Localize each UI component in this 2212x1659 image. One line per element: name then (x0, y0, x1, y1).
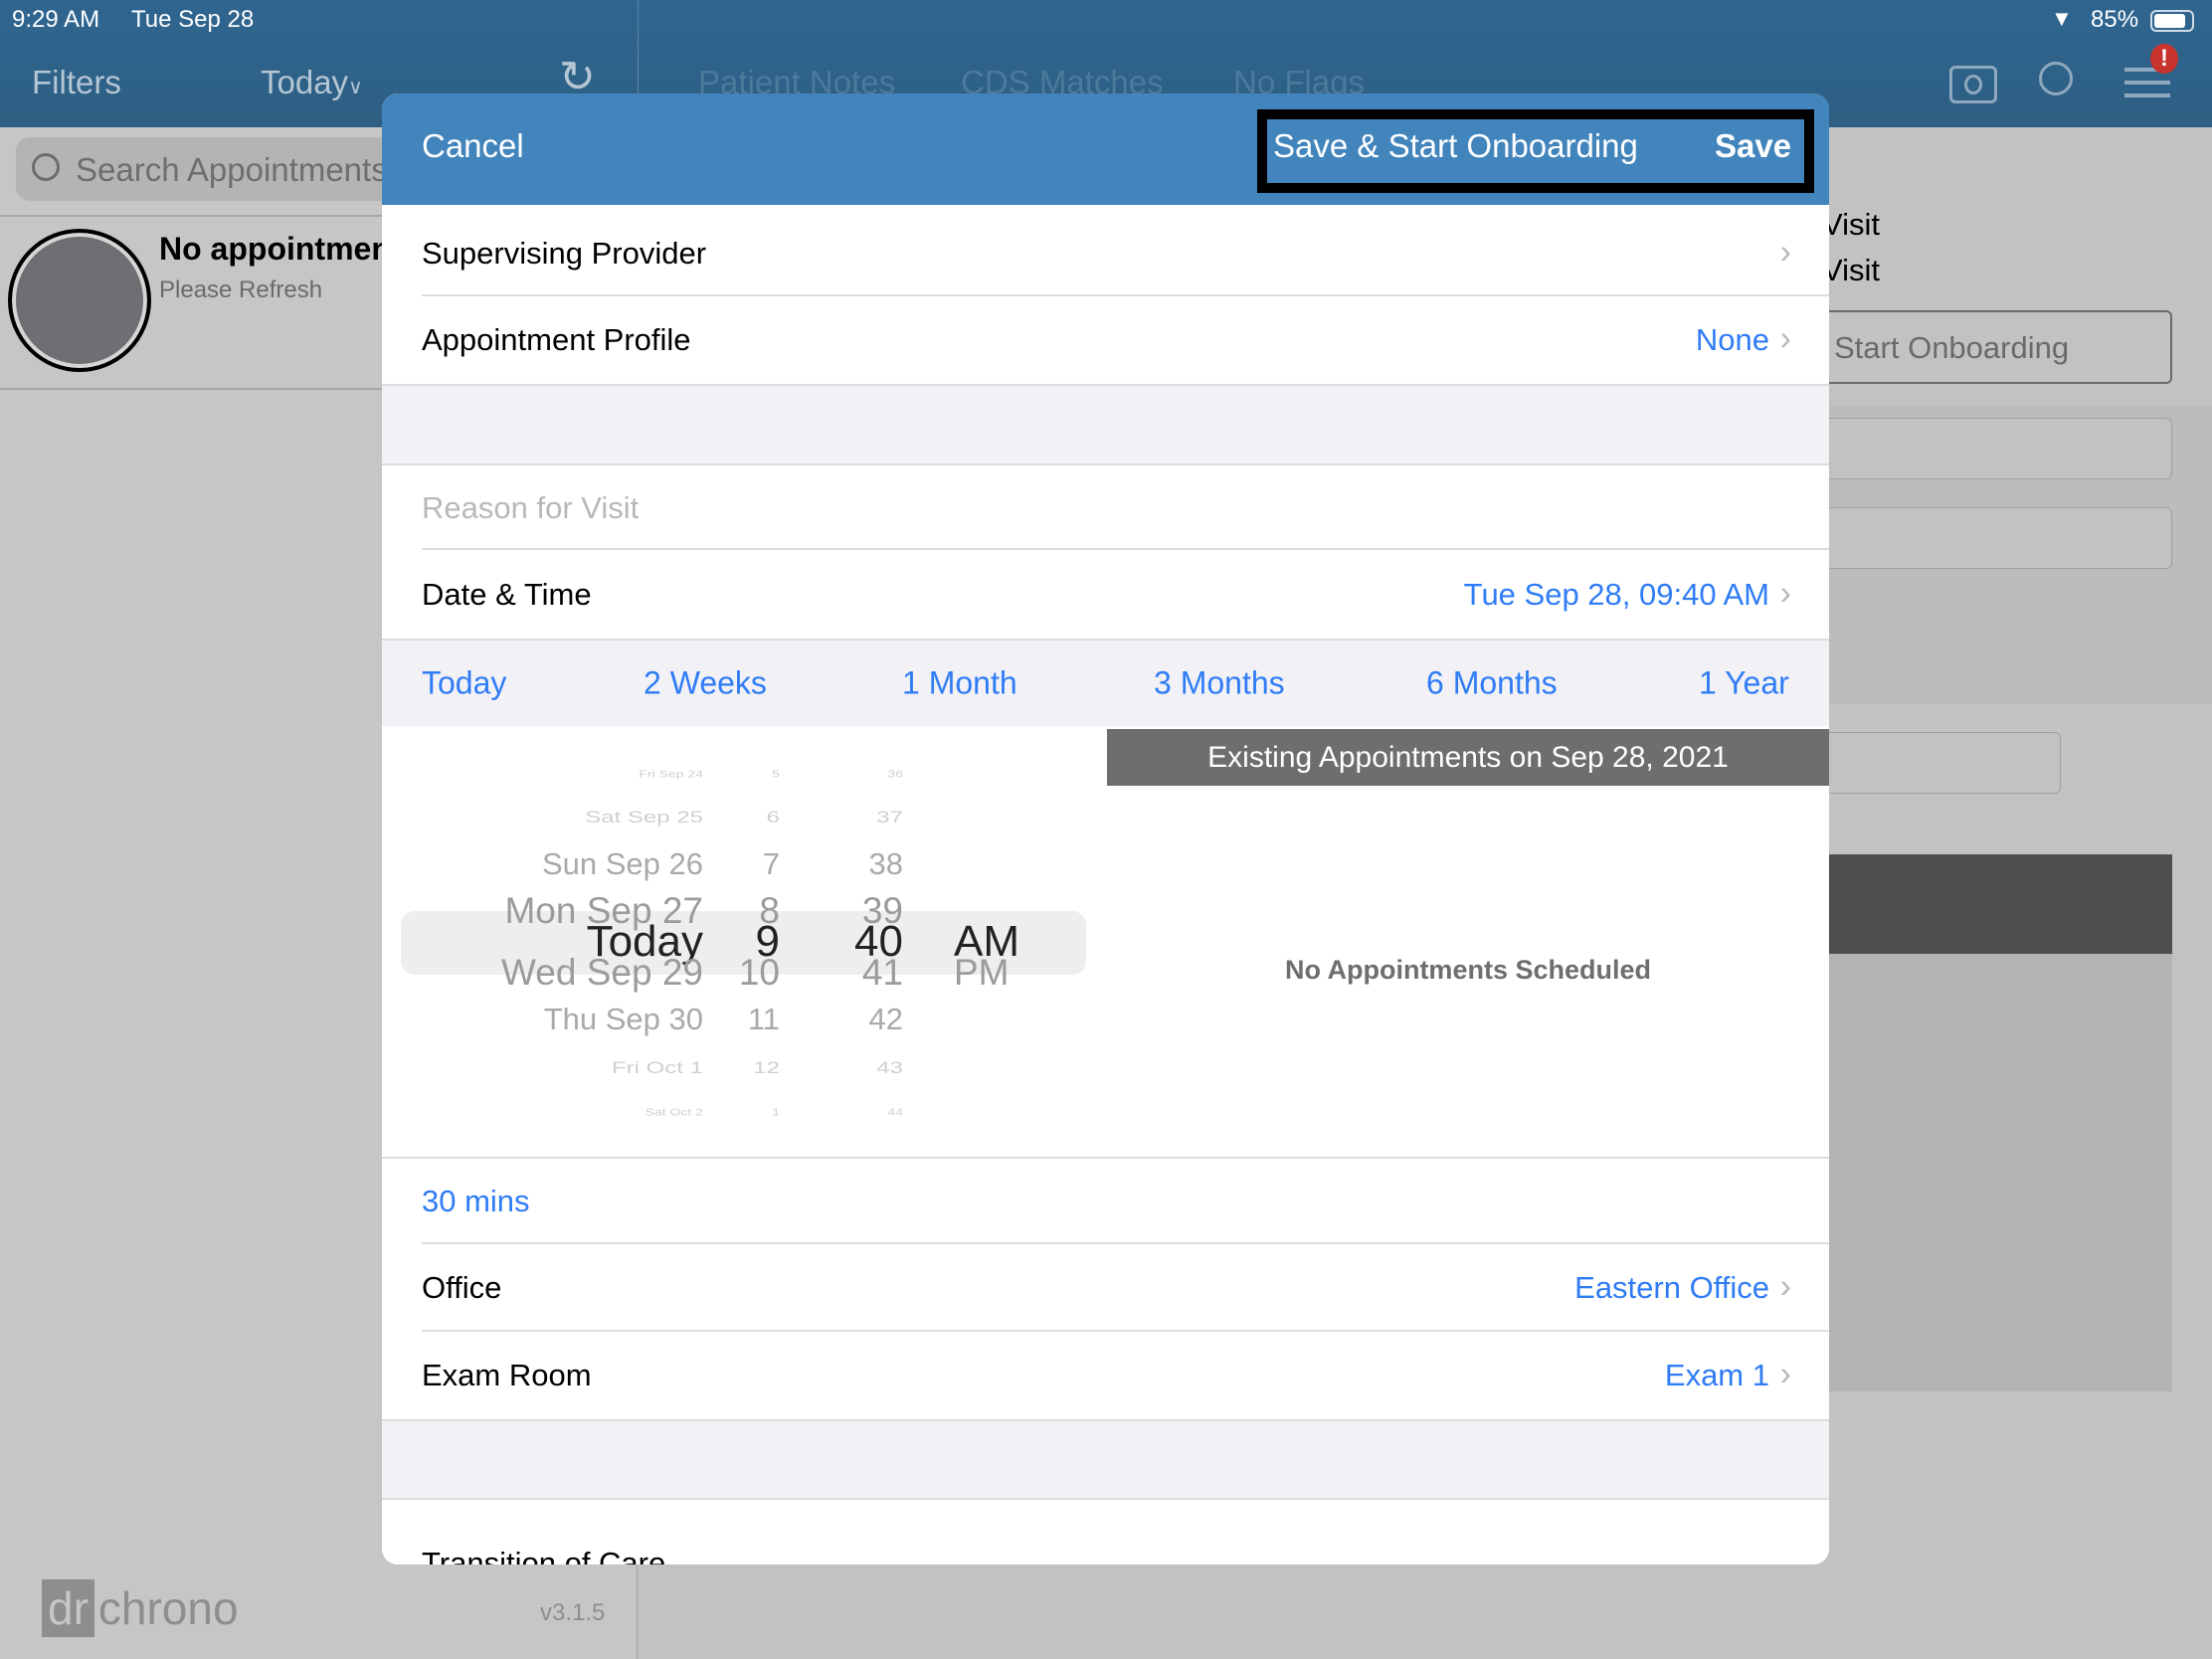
picker-hour[interactable]: 10 (739, 952, 780, 994)
picker-minute[interactable]: 37 (876, 808, 903, 828)
picker-minute[interactable]: 41 (862, 952, 903, 994)
picker-minute[interactable]: 44 (887, 1106, 903, 1117)
existing-appointments-header: Existing Appointments on Sep 28, 2021 (1107, 729, 1829, 786)
transition-of-care-label: Transition of Care (422, 1546, 666, 1565)
no-appointments-text: No Appointments Scheduled (1284, 955, 1651, 985)
picker-minute[interactable]: 43 (876, 1058, 903, 1078)
quick-option-2-weeks[interactable]: 2 Weeks (644, 665, 767, 702)
picker-hour[interactable]: 12 (753, 1058, 780, 1078)
transition-of-care-row[interactable]: Transition of Care (382, 1500, 1829, 1565)
version-label: v3.1.5 (540, 1599, 606, 1626)
chevron-right-icon: › (1779, 574, 1791, 613)
start-onboarding-button[interactable]: Start Onboarding (1782, 310, 2172, 384)
office-value: Eastern Office (1574, 1270, 1769, 1305)
duration-value: 30 mins (422, 1184, 530, 1218)
new-appointment-modal: Cancel Save & Start Onboarding Save Supe… (382, 93, 1829, 1565)
reason-for-visit-input[interactable]: Reason for Visit (382, 465, 1829, 550)
wifi-icon: ▼ (2051, 6, 2073, 31)
date-time-row[interactable]: Date & Time Tue Sep 28, 09:40 AM › (382, 550, 1829, 639)
chevron-right-icon: › (1779, 233, 1791, 272)
quick-option-1-year[interactable]: 1 Year (1699, 665, 1789, 702)
picker-hour[interactable]: 11 (748, 1002, 780, 1037)
picker-hour[interactable]: 6 (767, 808, 780, 828)
picker-day[interactable]: Thu Sep 30 (544, 1002, 703, 1037)
picker-minute[interactable]: 36 (887, 768, 903, 779)
picker-day[interactable]: Sat Sep 25 (585, 808, 703, 828)
picker-day[interactable]: Sun Sep 26 (542, 846, 703, 882)
duration-row[interactable]: 30 mins (382, 1157, 1829, 1244)
drchrono-logo: dr chrono (42, 1579, 239, 1637)
appointment-profile-label: Appointment Profile (422, 322, 691, 357)
quick-option-today[interactable]: Today (422, 665, 506, 702)
battery-icon (2150, 10, 2194, 32)
chevron-right-icon: › (1779, 1267, 1791, 1306)
quick-option-1-month[interactable]: 1 Month (902, 665, 1017, 702)
picker-hour[interactable]: 7 (763, 846, 780, 882)
visit-label: Visit (1822, 253, 1881, 287)
battery-percent: 85% (2091, 6, 2139, 33)
picker-minute[interactable]: 38 (869, 846, 903, 882)
supervising-provider-row[interactable]: Supervising Provider › (382, 210, 1829, 296)
input-field[interactable] (1782, 507, 2172, 569)
today-dropdown[interactable]: Today∨ (261, 64, 363, 101)
empty-title: No appointments (159, 231, 420, 267)
picker-hour[interactable]: 5 (772, 768, 780, 779)
picker-day[interactable]: Fri Sep 24 (639, 768, 703, 779)
exam-room-row[interactable]: Exam Room Exam 1 › (382, 1332, 1829, 1419)
date-time-value: Tue Sep 28, 09:40 AM (1463, 576, 1769, 612)
quick-option-6-months[interactable]: 6 Months (1426, 665, 1558, 702)
appointment-profile-value: None (1695, 322, 1769, 357)
filters-button[interactable]: Filters (32, 64, 121, 101)
picker-ampm[interactable]: PM (954, 952, 1010, 994)
office-row[interactable]: Office Eastern Office › (382, 1244, 1829, 1332)
quick-date-options: Today 2 Weeks 1 Month 3 Months 6 Months … (382, 639, 1829, 726)
date-time-label: Date & Time (422, 576, 592, 612)
input-field[interactable] (1782, 418, 2172, 479)
visit-label: Visit (1822, 207, 1881, 242)
status-time: 9:29 AM (12, 6, 100, 33)
today-label: Today (261, 64, 349, 100)
supervising-provider-label: Supervising Provider (422, 235, 707, 271)
section-gap (382, 1419, 1829, 1500)
cancel-button[interactable]: Cancel (422, 127, 524, 165)
search-icon (32, 153, 60, 181)
alert-badge-icon: ! (2150, 44, 2178, 74)
chevron-right-icon: › (1779, 1355, 1791, 1393)
picker-minute[interactable]: 42 (869, 1002, 903, 1037)
search-icon[interactable] (2039, 62, 2073, 95)
chevron-down-icon: ∨ (348, 77, 363, 98)
section-gap (382, 384, 1829, 465)
camera-icon[interactable] (1949, 66, 1997, 103)
existing-appointments-title: Existing Appointments on Sep 28, 2021 (1207, 741, 1729, 774)
exam-room-label: Exam Room (422, 1358, 592, 1392)
save-button[interactable]: Save (1715, 127, 1791, 165)
status-date: Tue Sep 28 (131, 6, 255, 33)
picker-day[interactable]: Wed Sep 29 (501, 952, 703, 994)
chevron-right-icon: › (1779, 319, 1791, 358)
search-placeholder: Search Appointments (76, 151, 388, 188)
dark-bar (1782, 854, 2172, 954)
date-time-picker[interactable]: Fri Sep 24 5 36 Sat Sep 25 6 37 Sun Sep 26 7 38 M… (382, 726, 1107, 1157)
picker-hour[interactable]: 1 (772, 1106, 780, 1117)
picker-day[interactable]: Sat Oct 2 (645, 1106, 703, 1117)
picker-day[interactable]: Fri Oct 1 (612, 1058, 703, 1078)
office-label: Office (422, 1270, 502, 1305)
quick-option-3-months[interactable]: 3 Months (1154, 665, 1285, 702)
exam-room-value: Exam 1 (1664, 1358, 1769, 1392)
empty-subtitle[interactable]: Please Refresh (159, 276, 322, 304)
appointment-profile-row[interactable]: Appointment Profile None › (382, 296, 1829, 384)
save-and-start-onboarding-button[interactable]: Save & Start Onboarding (1273, 127, 1638, 165)
modal-header: Cancel Save & Start Onboarding Save (382, 93, 1829, 205)
reason-placeholder: Reason for Visit (422, 489, 640, 525)
avatar (8, 229, 151, 372)
